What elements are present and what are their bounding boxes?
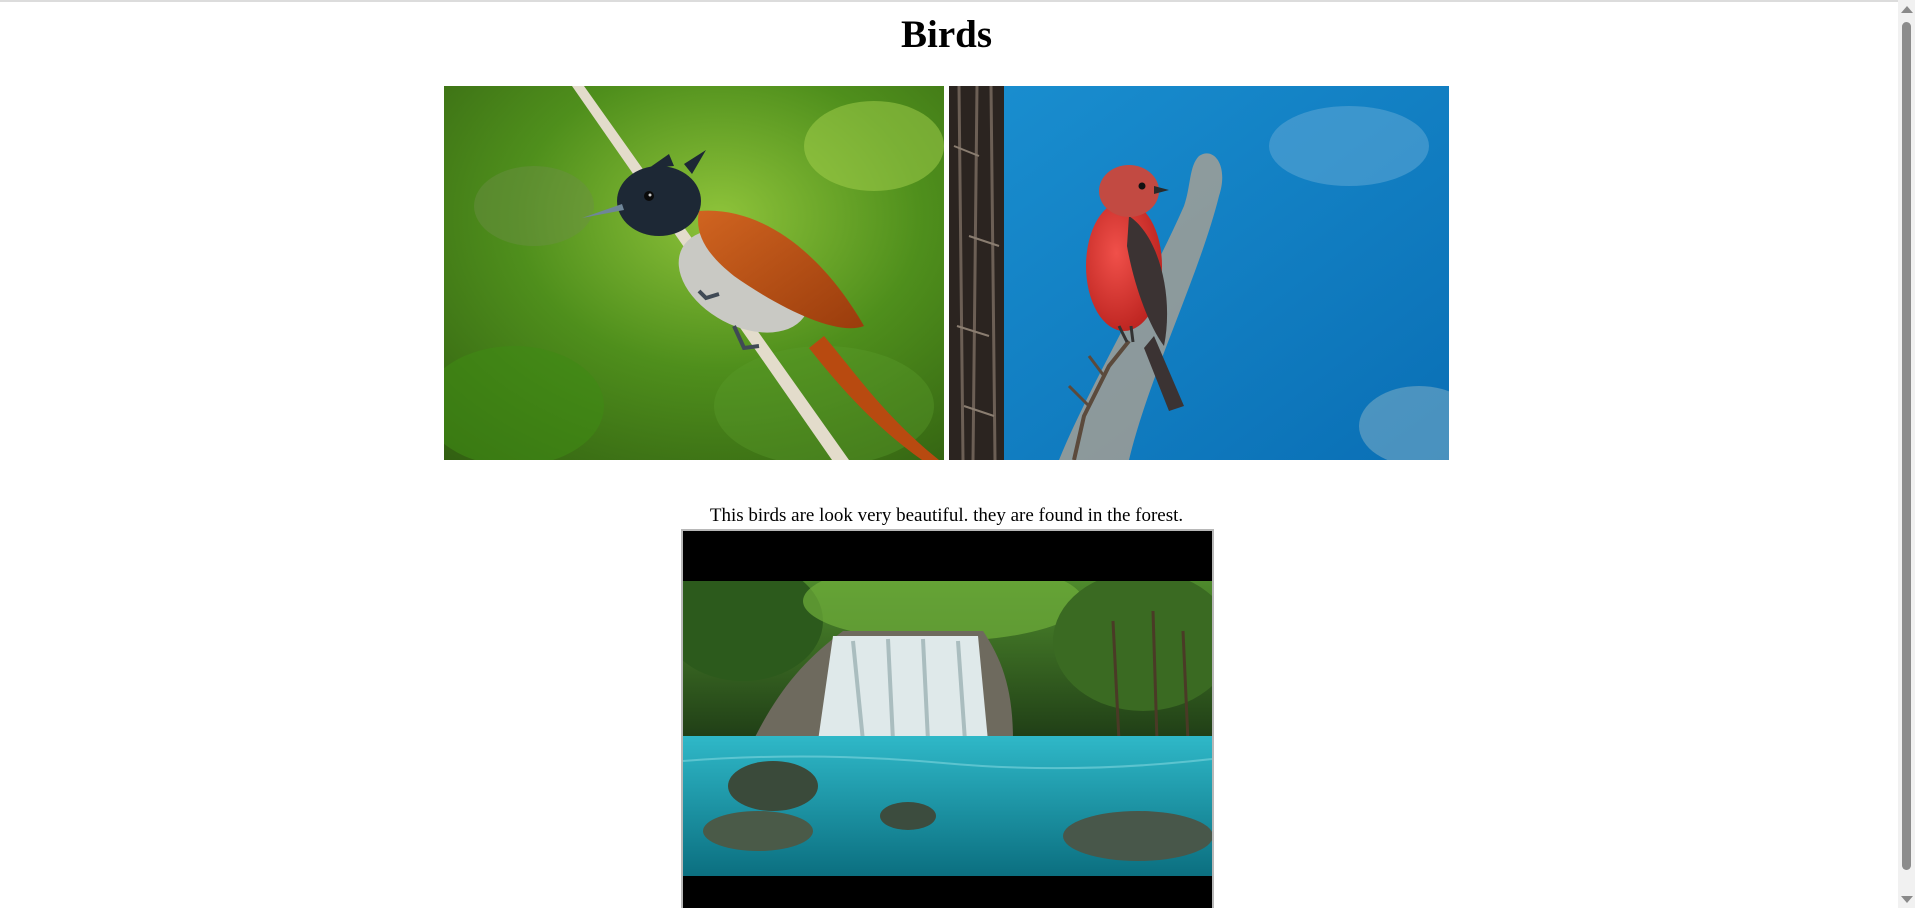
bird-photo-vermilion-flycatcher [949, 86, 1449, 460]
page-title: Birds [900, 13, 993, 56]
page-content: Birds This birds are look very beautiful… [0, 0, 1893, 908]
bird-images-row [444, 86, 1449, 460]
bird-photo-paradise-flycatcher [444, 86, 944, 460]
bird-description: This birds are look very beautiful. they… [709, 505, 1184, 526]
scroll-down-arrow-icon[interactable] [1898, 891, 1915, 908]
scrollbar-thumb[interactable] [1902, 22, 1911, 870]
waterfall-video-player[interactable] [681, 529, 1214, 908]
scroll-up-arrow-icon[interactable] [1898, 0, 1915, 17]
vertical-scrollbar[interactable] [1898, 0, 1915, 908]
